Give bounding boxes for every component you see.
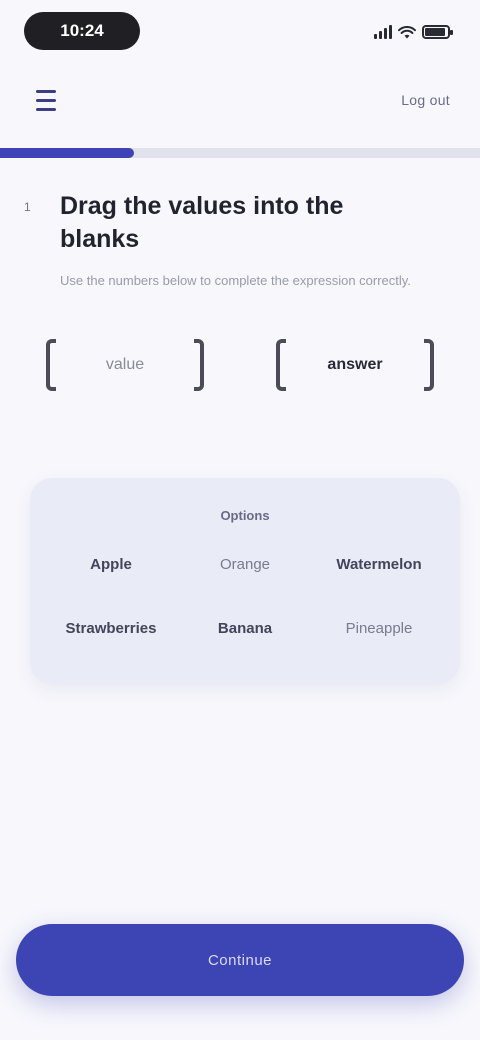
option-chip[interactable]: Apple: [44, 556, 178, 574]
signal-icon: [374, 25, 392, 39]
blank-input-1[interactable]: [40, 335, 210, 395]
question-number: 1: [24, 200, 31, 214]
bracket-right-icon: [194, 339, 204, 391]
question-hint: Use the numbers below to complete the ex…: [60, 273, 411, 288]
question-title: Drag the values into the blanks: [60, 192, 344, 253]
continue-button[interactable]: Continue: [16, 924, 464, 996]
blank-input-2[interactable]: [270, 335, 440, 395]
options-card: Options Apple Orange Watermelon Strawber…: [30, 478, 460, 684]
option-chip[interactable]: Watermelon: [312, 556, 446, 574]
bracket-right-icon: [424, 339, 434, 391]
options-grid: Apple Orange Watermelon Strawberries Ban…: [44, 556, 446, 638]
option-chip[interactable]: Orange: [178, 556, 312, 574]
blank-field-2[interactable]: [295, 356, 415, 374]
battery-icon: [422, 25, 453, 39]
progress-bar: [0, 148, 480, 158]
option-chip[interactable]: Banana: [178, 620, 312, 638]
hamburger-icon: [36, 89, 56, 93]
bracket-left-icon: [276, 339, 286, 391]
wifi-icon: [398, 25, 416, 38]
bracket-left-icon: [46, 339, 56, 391]
menu-button[interactable]: [26, 80, 66, 120]
status-bar: 10:24: [0, 0, 480, 64]
options-title: Options: [220, 508, 270, 523]
top-bar: Log out: [0, 64, 480, 148]
blank-field-1[interactable]: [65, 356, 185, 374]
progress-fill: [0, 148, 135, 158]
status-icons: [374, 22, 453, 42]
question-area: 1 Drag the values into the blanks Use th…: [24, 190, 454, 290]
logout-button[interactable]: Log out: [401, 86, 450, 114]
status-time: 10:24: [24, 12, 140, 50]
option-chip[interactable]: Pineapple: [312, 620, 446, 638]
option-chip[interactable]: Strawberries: [44, 620, 178, 638]
answer-inputs: [40, 330, 440, 400]
